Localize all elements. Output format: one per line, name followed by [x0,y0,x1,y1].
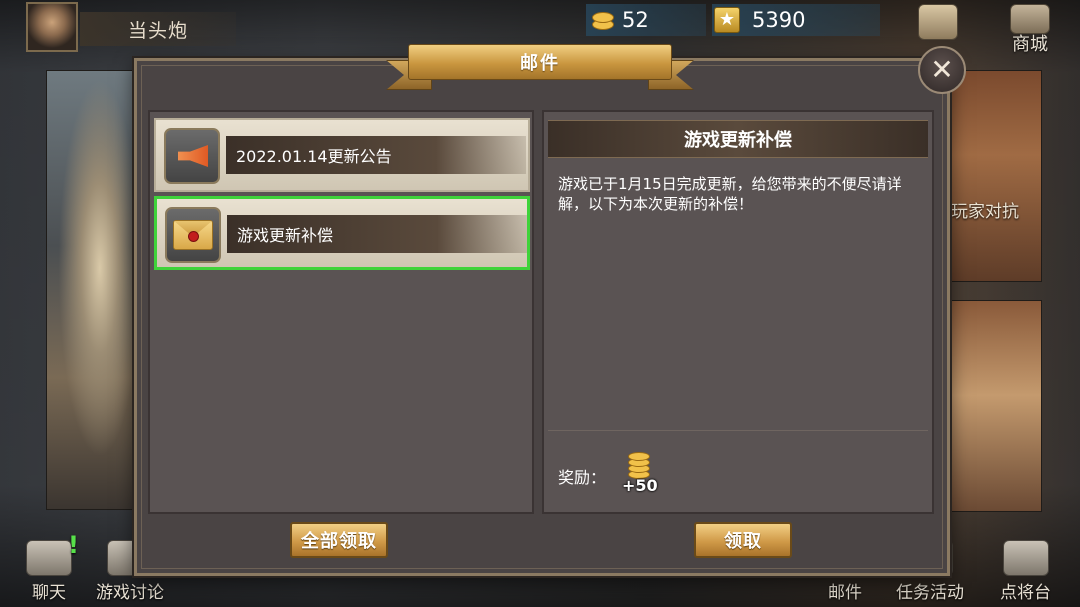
forum-label: 游戏讨论 [96,583,164,603]
mail-detail-title: 游戏更新补偿 [548,120,928,158]
tasks-label: 任务活动 [896,583,964,603]
gift-icon [918,4,958,40]
chat-button[interactable]: ! 聊天 [26,531,79,603]
shop-button[interactable]: 商城 [1002,4,1058,56]
star-counter: ★ 5390 [712,4,880,36]
mail-detail-body: 游戏已于1月15日完成更新，给您带来的不便尽请详解，以下为本次更新的补偿！ [558,175,902,213]
gold-amount: 52 [622,8,649,32]
gold-counter: 52 [586,4,706,36]
speaker-icon [164,128,220,184]
event-card[interactable] [946,300,1042,512]
gold-coin-icon [590,7,616,33]
close-icon: ✕ [930,53,954,86]
dialog-title: 邮件 [408,44,672,80]
star-amount: 5390 [752,8,806,32]
reward-divider [548,430,928,431]
mail-list: 2022.01.14更新公告 游戏更新补偿 [148,110,534,514]
mail-item-announcement[interactable]: 2022.01.14更新公告 [154,118,530,192]
generals-icon [1002,540,1049,576]
alert-icon: ! [68,531,79,559]
hero-artwork [46,70,136,510]
star-icon: ★ [714,7,740,33]
mail-subject: 游戏更新补偿 [227,215,527,253]
chat-label: 聊天 [32,583,66,603]
shop-label: 商城 [1012,34,1048,55]
envelope-icon [165,207,221,263]
mail-nav-label: 邮件 [828,583,862,603]
player-name: 当头炮 [80,12,236,46]
reward-label: 奖励： [558,468,607,487]
close-button[interactable]: ✕ [918,46,966,94]
reward-gold-item: +50 [622,450,666,495]
pvp-card[interactable]: 玩家对抗 [946,70,1042,282]
claim-all-button[interactable]: 全部领取 [290,522,388,558]
mail-subject: 2022.01.14更新公告 [226,136,526,174]
reward-amount: +50 [622,476,658,495]
pvp-card-label: 玩家对抗 [951,202,1019,222]
mail-item-compensation[interactable]: 游戏更新补偿 [154,196,530,270]
claim-button[interactable]: 领取 [694,522,792,558]
generals-button[interactable]: 点将台 [1000,540,1051,603]
mail-detail: 游戏更新补偿 游戏已于1月15日完成更新，给您带来的不便尽请详解，以下为本次更新… [542,110,934,514]
player-avatar[interactable] [26,2,78,52]
chat-icon: ! [26,531,79,576]
generals-label: 点将台 [1000,583,1051,603]
dialog-title-ribbon: 邮件 [386,40,694,92]
